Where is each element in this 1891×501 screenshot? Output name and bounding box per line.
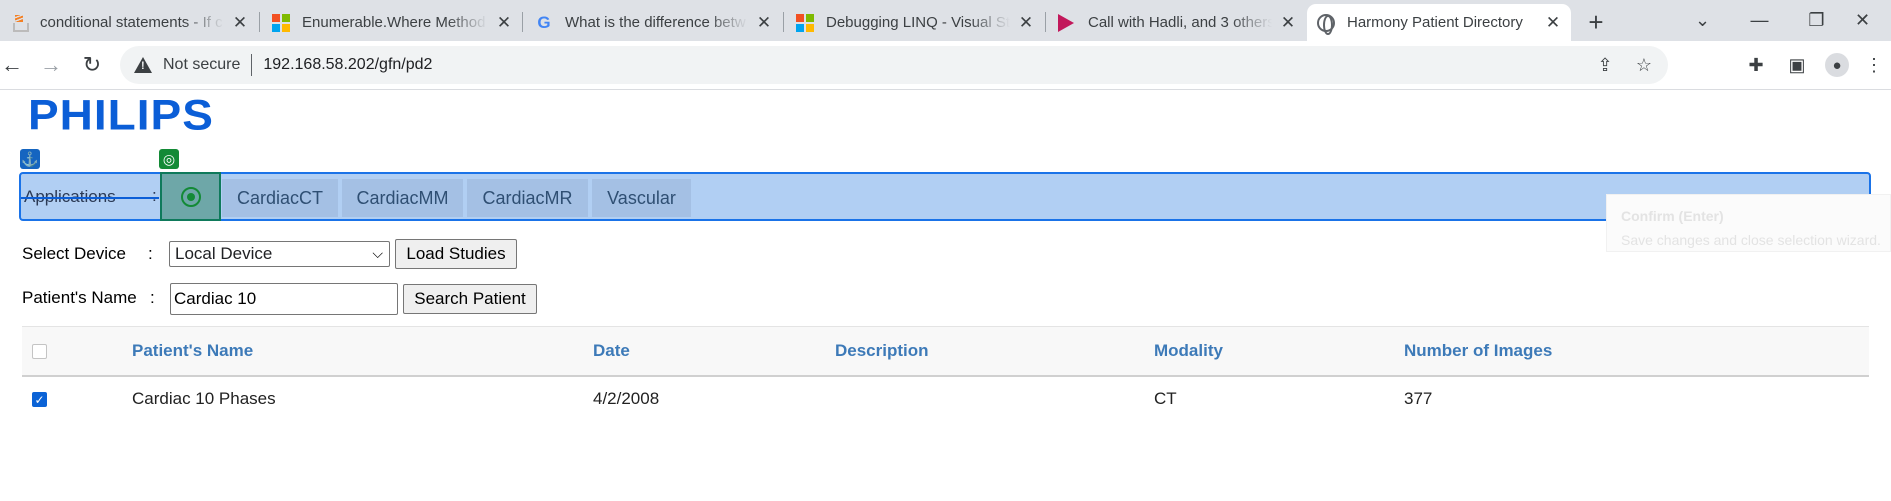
app-tab-vascular[interactable]: Vascular [592, 179, 691, 217]
stream-play-icon [1058, 13, 1074, 32]
confirm-tooltip: Confirm (Enter) Save changes and close s… [1606, 194, 1891, 252]
minimize-button[interactable]: — [1731, 0, 1788, 41]
app-tab-cardiacmm[interactable]: CardiacMM [342, 179, 463, 217]
device-select[interactable]: Local Device ⌵ [169, 241, 390, 267]
load-studies-button[interactable]: Load Studies [395, 239, 517, 269]
close-tab-icon[interactable]: ✕ [1278, 13, 1298, 33]
cell-modality: CT [1154, 389, 1177, 408]
device-colon: : [148, 244, 153, 263]
tab-separator [783, 12, 784, 32]
tab-search-icon[interactable]: ⌄ [1674, 0, 1731, 41]
browser-tab-6-active[interactable]: Harmony Patient Directory ✕ [1307, 4, 1571, 41]
cell-patient-name: Cardiac 10 Phases [132, 389, 276, 408]
column-description[interactable]: Description [835, 341, 929, 361]
url-text[interactable]: 192.168.58.202/gfn/pd2 [263, 56, 432, 74]
warning-icon [134, 57, 152, 73]
browser-tab-5[interactable]: Call with Hadli, and 3 others ✕ [1048, 4, 1306, 41]
stackoverflow-icon [10, 14, 29, 32]
patient-table: Patient's Name Date Description Modality… [22, 326, 1869, 423]
device-label: Select Device [22, 244, 126, 263]
philips-logo: PHILIPS [28, 91, 214, 139]
highlight-line [21, 197, 159, 199]
cell-date: 4/2/2008 [593, 389, 660, 408]
google-icon: G [537, 12, 551, 32]
tab-separator [1045, 12, 1046, 32]
close-tab-icon[interactable]: ✕ [754, 13, 774, 33]
column-number-of-images[interactable]: Number of Images [1404, 341, 1552, 361]
security-label[interactable]: Not secure [163, 56, 240, 74]
table-row[interactable]: ✓ Cardiac 10 Phases 4/2/2008 CT 377 [22, 377, 1869, 423]
reload-button[interactable]: ↻ [78, 51, 106, 79]
close-window-button[interactable]: ✕ [1834, 0, 1891, 41]
column-modality[interactable]: Modality [1154, 341, 1223, 361]
browser-tab-3[interactable]: G What is the difference betw ✕ [525, 4, 782, 41]
column-patient-name[interactable]: Patient's Name [132, 341, 253, 361]
browser-tab-4[interactable]: Debugging LINQ - Visual Stu ✕ [786, 4, 1044, 41]
select-all-checkbox[interactable] [32, 344, 47, 359]
globe-icon [1317, 13, 1335, 35]
recycle-icon [180, 186, 201, 207]
close-tab-icon[interactable]: ✕ [1016, 13, 1036, 33]
browser-tab-2[interactable]: Enumerable.Where Method ✕ [262, 4, 522, 41]
microsoft-icon [796, 13, 814, 32]
browser-tab-1[interactable]: conditional statements - If c ✕ [0, 4, 258, 41]
patient-name-label: Patient's Name [22, 288, 137, 307]
close-tab-icon[interactable]: ✕ [1543, 13, 1563, 33]
tab-separator [522, 12, 523, 32]
chevron-down-icon: ⌵ [372, 245, 383, 261]
tab-title: Harmony Patient Directory [1347, 14, 1523, 31]
row-checkbox[interactable]: ✓ [32, 392, 47, 407]
browser-toolbar: ← → ↻ Not secure 192.168.58.202/gfn/pd2 … [0, 41, 1891, 90]
home-app-button[interactable] [160, 172, 221, 221]
profile-avatar-icon[interactable]: ● [1824, 53, 1850, 77]
app-tab-cardiacmr[interactable]: CardiacMR [467, 179, 588, 217]
browser-tab-strip: conditional statements - If c ✕ Enumerab… [0, 0, 1891, 41]
applications-colon: : [152, 186, 157, 205]
forward-button[interactable]: → [37, 51, 65, 79]
close-tab-icon[interactable]: ✕ [494, 13, 514, 33]
share-icon[interactable]: ⇪ [1595, 55, 1615, 75]
search-patient-button[interactable]: Search Patient [403, 284, 537, 314]
side-panel-icon[interactable]: ▣ [1785, 53, 1809, 77]
tab-title: conditional statements - If c [40, 14, 223, 31]
back-button[interactable]: ← [0, 51, 26, 79]
tab-separator [259, 12, 260, 32]
tooltip-text: Save changes and close selection wizard. [1621, 232, 1881, 248]
table-header: Patient's Name Date Description Modality… [22, 326, 1869, 377]
bookmark-star-icon[interactable]: ☆ [1634, 55, 1654, 75]
menu-kebab-icon[interactable]: ⋮ [1865, 53, 1883, 77]
close-tab-icon[interactable]: ✕ [230, 13, 250, 33]
tab-title: Call with Hadli, and 3 others [1088, 14, 1272, 31]
address-separator [251, 54, 253, 76]
cell-number-of-images: 377 [1404, 389, 1433, 408]
page-content: PHILIPS ⚓ ◎ Applications : CardiacCT Car… [0, 90, 1891, 501]
patient-name-input[interactable]: Cardiac 10 [170, 283, 398, 315]
microsoft-icon [272, 13, 290, 32]
tab-title: Enumerable.Where Method [302, 14, 486, 31]
tab-title: What is the difference betw [565, 14, 746, 31]
address-bar[interactable]: Not secure 192.168.58.202/gfn/pd2 ⇪ ☆ [120, 46, 1668, 84]
tooltip-title: Confirm (Enter) [1621, 208, 1724, 224]
app-tab-cardiacct[interactable]: CardiacCT [222, 179, 338, 217]
device-select-value: Local Device [175, 244, 273, 263]
new-tab-button[interactable]: + [1582, 7, 1610, 37]
extensions-icon[interactable]: ✚ [1744, 53, 1768, 77]
tab-title: Debugging LINQ - Visual Stu [826, 14, 1010, 31]
anchor-icon[interactable]: ⚓ [20, 149, 40, 169]
applications-bar: Applications : CardiacCT CardiacMM Cardi… [19, 172, 1871, 221]
column-date[interactable]: Date [593, 341, 630, 361]
target-icon[interactable]: ◎ [159, 149, 179, 169]
patient-name-colon: : [150, 288, 155, 307]
